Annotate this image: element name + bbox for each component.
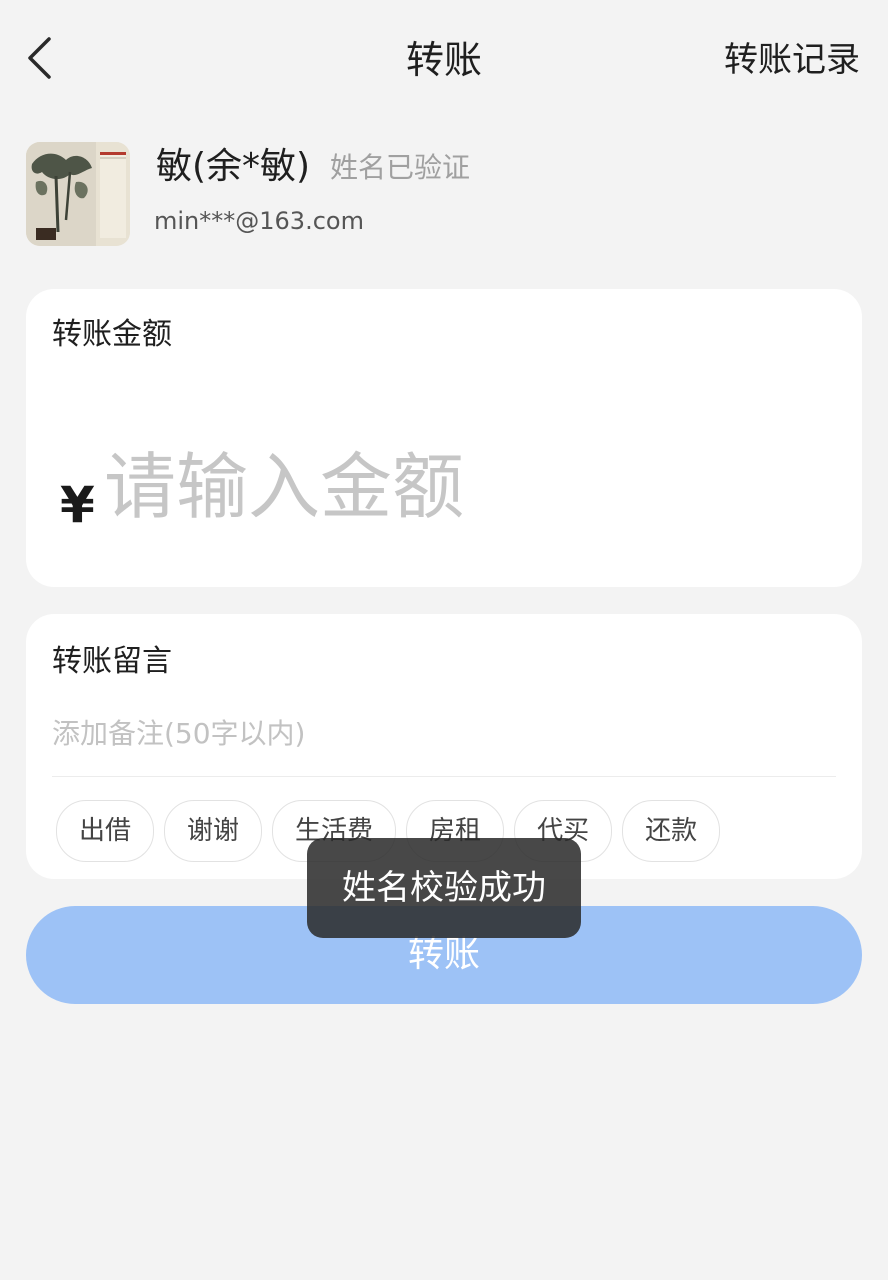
recipient-name: 敏(余*敏) bbox=[156, 146, 311, 187]
amount-card: 转账金额 ¥ bbox=[26, 289, 862, 587]
toast-message: 姓名校验成功 bbox=[307, 838, 581, 938]
amount-label: 转账金额 bbox=[52, 317, 172, 352]
name-verified-label: 姓名已验证 bbox=[330, 151, 471, 184]
avatar bbox=[26, 142, 130, 246]
chip-thanks[interactable]: 谢谢 bbox=[164, 800, 263, 862]
back-button[interactable] bbox=[14, 32, 64, 88]
note-input[interactable] bbox=[52, 708, 832, 758]
transfer-records-link[interactable]: 转账记录 bbox=[724, 32, 860, 88]
chip-repay[interactable]: 还款 bbox=[622, 800, 721, 862]
header-bar: 转账 转账记录 bbox=[0, 0, 888, 118]
amount-input[interactable] bbox=[104, 439, 824, 535]
note-label: 转账留言 bbox=[52, 644, 172, 679]
chevron-left-icon bbox=[25, 36, 53, 84]
currency-symbol: ¥ bbox=[60, 476, 95, 534]
recipient-info: 敏(余*敏) 姓名已验证 min***@163.com bbox=[26, 142, 862, 246]
divider bbox=[52, 776, 836, 777]
recipient-account: min***@163.com bbox=[154, 207, 364, 235]
chip-lend[interactable]: 出借 bbox=[56, 800, 155, 862]
